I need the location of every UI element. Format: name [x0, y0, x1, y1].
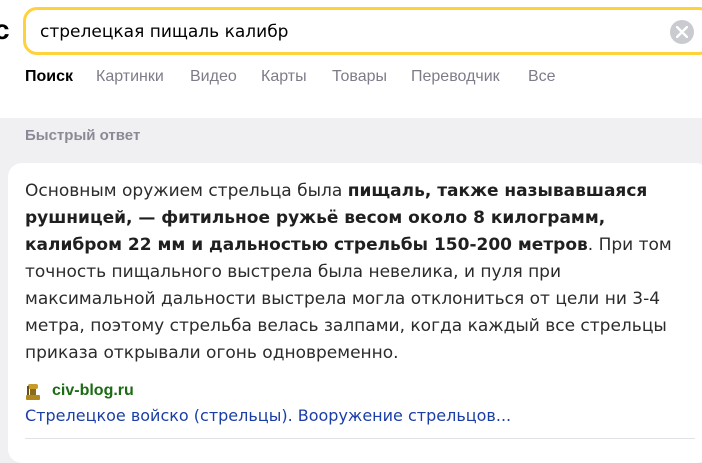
close-icon: [676, 26, 688, 38]
tab-maps[interactable]: Карты: [261, 68, 307, 86]
divider: [25, 438, 695, 439]
tab-all[interactable]: Все: [528, 68, 556, 86]
answer-text-intro: Основным оружием стрельца была: [25, 181, 348, 201]
tab-products[interactable]: Товары: [332, 68, 387, 86]
tab-translator[interactable]: Переводчик: [411, 68, 500, 86]
site-favicon-icon: [26, 384, 40, 400]
clear-search-button[interactable]: [670, 20, 694, 44]
yandex-logo[interactable]: с: [0, 14, 10, 46]
tab-images[interactable]: Картинки: [96, 68, 164, 86]
source-domain[interactable]: civ-blog.ru: [52, 382, 134, 400]
search-box[interactable]: [23, 7, 702, 55]
header: с Поиск Картинки Видео Карты Товары Пере…: [0, 0, 702, 118]
source-link[interactable]: Стрелецкое войско (стрельцы). Вооружение…: [25, 406, 511, 425]
quick-answer-card: Основным оружием стрельца была пищаль, т…: [8, 163, 702, 463]
search-input[interactable]: [40, 18, 640, 46]
quick-answer-heading: Быстрый ответ: [25, 127, 141, 144]
tab-video[interactable]: Видео: [190, 68, 237, 86]
tab-search[interactable]: Поиск: [25, 68, 73, 86]
answer-text: Основным оружием стрельца была пищаль, т…: [25, 178, 697, 367]
